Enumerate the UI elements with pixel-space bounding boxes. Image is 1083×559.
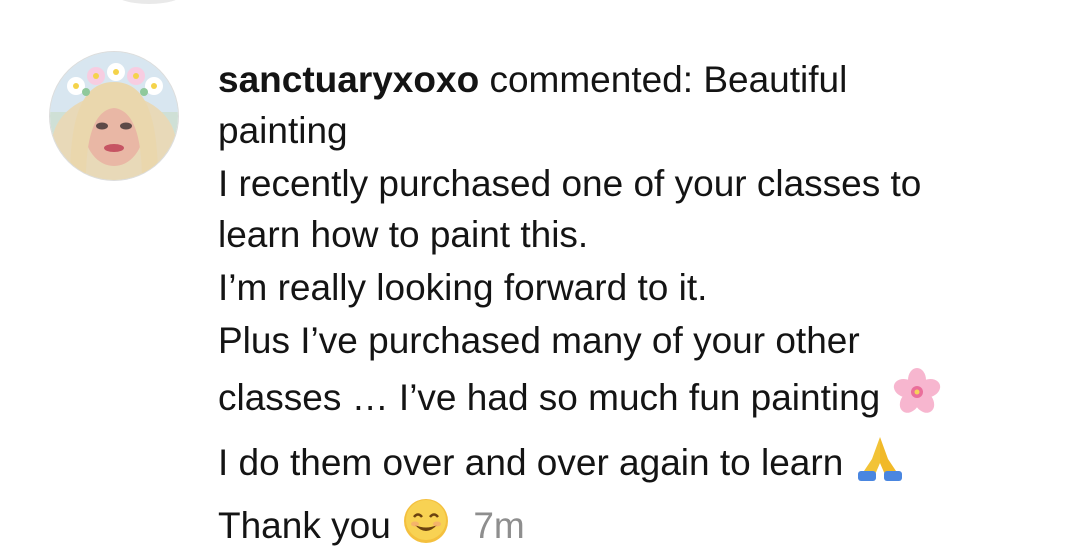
comment-text-line-5: I’m really looking forward to it. xyxy=(218,267,708,308)
comment-text-line-8-wrapper: I do them over and over again to learn xyxy=(218,431,1070,496)
comment-text-line-2: painting xyxy=(218,110,348,151)
smiling-face-icon xyxy=(401,496,451,559)
comment-text-line-8: I do them over and over again to learn xyxy=(218,442,844,483)
comment-text-line-7-wrapper: classes … I’ve had so much fun painting xyxy=(218,366,1070,431)
comment-body: sanctuaryxoxo commented: Beautiful paint… xyxy=(218,54,1070,559)
comment-text-line-3: I recently purchased one of your classes… xyxy=(218,163,922,204)
comment-header-line: sanctuaryxoxo commented: Beautiful xyxy=(218,54,1070,105)
comment-action: commented: xyxy=(489,59,694,100)
comment-text-line-9: Thank you xyxy=(218,505,391,546)
folded-hands-icon xyxy=(854,431,906,496)
avatar[interactable] xyxy=(50,52,178,180)
comment-username[interactable]: sanctuaryxoxo xyxy=(218,59,479,100)
comment-text-line-4: learn how to paint this. xyxy=(218,214,589,255)
avatar-image xyxy=(50,52,178,180)
comment-final-line: Thank you 7m xyxy=(218,496,1070,559)
comment-text-line-1: Beautiful xyxy=(703,59,848,100)
comment-text-line-6: Plus I’ve purchased many of your other xyxy=(218,320,860,361)
comment-timestamp: 7m xyxy=(473,505,525,546)
comment-text-line-7: classes … I’ve had so much fun painting xyxy=(218,377,881,418)
previous-avatar-edge xyxy=(112,0,186,4)
cherry-blossom-icon xyxy=(891,366,943,431)
